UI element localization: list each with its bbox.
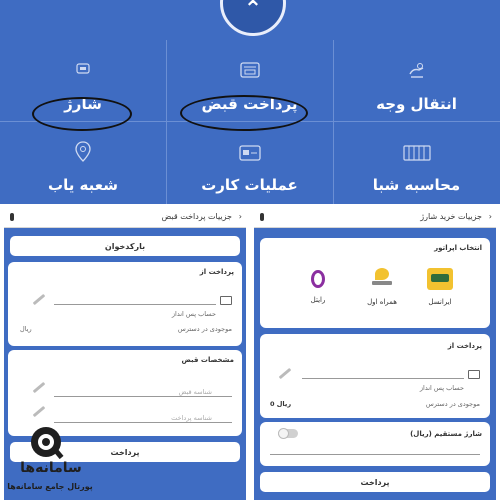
edit-pencil-icon[interactable]	[32, 293, 46, 306]
service-label: شعبه یاب	[48, 176, 118, 194]
charge-icon	[76, 63, 90, 74]
highlight-oval	[180, 95, 308, 131]
account-hint: حساب پس انداز	[419, 384, 464, 392]
panel-title: جزییات خرید شارژ	[420, 212, 482, 221]
panel-header: جزییات خرید شارژ ›	[254, 206, 496, 228]
pay-button[interactable]: پرداخت	[260, 472, 490, 492]
edit-pencil-icon[interactable]	[32, 381, 46, 394]
operator-label: ایرانسل	[428, 298, 452, 306]
panel-title: جزییات پرداخت قبض	[161, 212, 232, 221]
operator-card: انتخاب اپراتور ایرانسل همراه اول رایتل	[260, 238, 490, 328]
services-grid: ⌃ شارژ پرداخت قبض انتقال وجه شعبه یاب عم…	[0, 0, 500, 204]
highlight-oval	[32, 97, 132, 131]
account-card-icon	[220, 296, 232, 305]
account-hint: حساب پس انداز	[171, 310, 216, 318]
edit-pencil-icon[interactable]	[278, 367, 292, 380]
watermark-logo: سامانه‌ها پورتال جامع سامانه‌ها	[0, 424, 100, 500]
account-field[interactable]	[302, 378, 464, 379]
direct-charge-toggle[interactable]	[278, 428, 298, 439]
back-arrow-icon[interactable]: ›	[489, 212, 492, 221]
account-field[interactable]	[54, 304, 216, 305]
service-branch-finder[interactable]: شعبه یاب	[0, 121, 166, 204]
rightel-logo	[311, 270, 325, 288]
brand-tagline: پورتال جامع سامانه‌ها	[7, 482, 93, 491]
buy-charge-panel: جزییات خرید شارژ › انتخاب اپراتور ایرانس…	[254, 206, 496, 500]
irancell-logo	[427, 268, 453, 290]
pay-from-card: پرداخت از حساب پس انداز 0 ریال موجودی در…	[260, 334, 490, 418]
pay-from-title: پرداخت از	[447, 342, 482, 350]
hamrah-aval-logo	[369, 268, 395, 290]
card-operations-icon	[238, 145, 261, 161]
operator-rightel[interactable]: رایتل	[298, 268, 338, 304]
service-money-transfer[interactable]: انتقال وجه	[333, 40, 500, 123]
bill-id-input[interactable]	[54, 396, 232, 397]
money-transfer-icon	[408, 63, 423, 78]
collapse-button[interactable]: ⌃	[220, 0, 286, 36]
menu-dots-icon[interactable]	[10, 213, 14, 221]
bill-payment-icon	[239, 62, 260, 78]
operator-title: انتخاب اپراتور	[434, 244, 482, 252]
map-pin-icon	[75, 141, 91, 162]
balance-label: موجودی در دسترس	[425, 400, 480, 408]
edit-pencil-icon[interactable]	[32, 405, 46, 418]
operator-irancell[interactable]: ایرانسل	[420, 268, 460, 306]
operator-label: رایتل	[310, 296, 326, 304]
bill-id-placeholder: شناسه قبض	[178, 388, 212, 396]
chevron-up-icon: ⌃	[243, 0, 263, 22]
balance-value: 0 ریال	[270, 400, 292, 408]
service-card-operations[interactable]: عملیات کارت	[166, 121, 333, 204]
service-sheba-calculator[interactable]: محاسبه شبا	[333, 121, 500, 204]
service-label: انتقال وجه	[376, 95, 457, 113]
panel-header: جزییات پرداخت قبض ›	[4, 206, 246, 228]
direct-charge-card: شارژ مستقیم (ریال)	[260, 422, 490, 466]
payment-id-placeholder: شناسه پرداخت	[171, 414, 212, 422]
operator-hamrah-aval[interactable]: همراه اول	[358, 268, 406, 306]
service-label: عملیات کارت	[201, 176, 298, 194]
menu-dots-icon[interactable]	[260, 213, 264, 221]
currency-label: ریال	[20, 325, 32, 333]
payment-id-input[interactable]	[54, 422, 232, 423]
bill-specs-title: مشخصات قبض	[181, 356, 235, 364]
brand-name: سامانه‌ها	[20, 460, 82, 476]
charge-amount-input[interactable]	[270, 454, 480, 455]
service-label: محاسبه شبا	[372, 176, 461, 194]
direct-charge-label: شارژ مستقیم (ریال)	[410, 430, 482, 438]
operator-label: همراه اول	[367, 298, 397, 306]
account-card-icon	[468, 370, 480, 379]
calculator-icon	[402, 145, 431, 161]
pay-from-title: پرداخت از	[199, 268, 234, 276]
back-arrow-icon[interactable]: ›	[239, 212, 242, 221]
pay-from-card: پرداخت از حساب پس انداز ریال موجودی در د…	[8, 262, 242, 346]
balance-label: موجودی در دسترس	[177, 325, 232, 333]
barcode-reader-button[interactable]: بارکدخوان	[10, 236, 240, 256]
